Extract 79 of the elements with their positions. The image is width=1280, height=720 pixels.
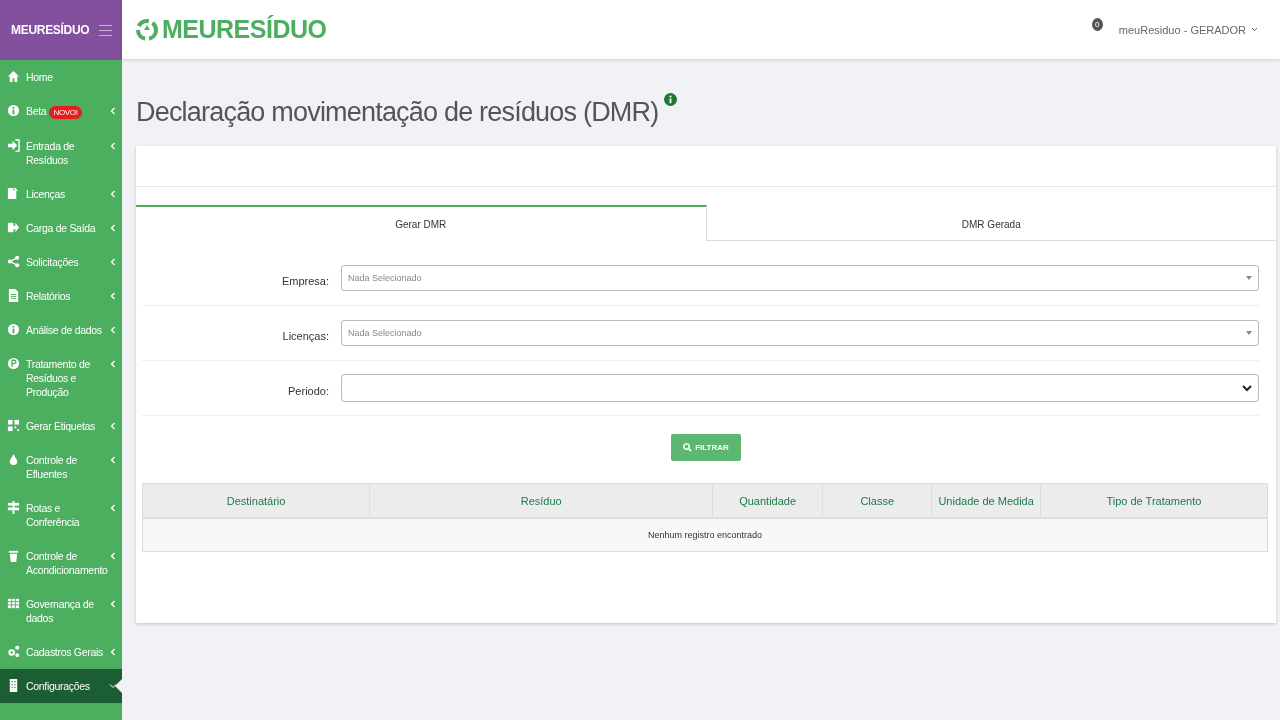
app-logo: MEURESÍDUO (162, 15, 327, 44)
menu-label: Beta (26, 105, 47, 117)
column-header: Resíduo (369, 483, 713, 518)
sidebar-logo: MEURESÍDUO (11, 23, 90, 37)
menu-item-icon (7, 187, 20, 200)
info-icon[interactable] (664, 93, 678, 106)
sidebar-item[interactable]: Carga de Saída (0, 211, 122, 245)
menu-label: Gerar Etiquetas (26, 420, 96, 432)
search-icon (683, 443, 693, 452)
user-menu[interactable]: meuResiduo - GERADOR (1118, 23, 1258, 36)
menu-item-icon (7, 139, 20, 152)
chevron-down-icon (1251, 27, 1258, 32)
sidebar-item[interactable]: Home (0, 60, 122, 94)
menu-label: Controle de Efluentes (26, 454, 77, 480)
menu-label: Relatórios (26, 290, 71, 302)
filter-button[interactable]: FILTRAR (671, 434, 741, 461)
menu-label: Solicitações (26, 256, 79, 268)
sidebar-item[interactable]: Controle de Efluentes (0, 443, 122, 491)
menu-item-icon (7, 679, 20, 692)
tab[interactable]: Gerar DMR (136, 205, 707, 241)
sidebar-item[interactable]: Entrada de Resíduos (0, 129, 122, 177)
menu-label: Tratamento de Resíduos e Produção (26, 358, 90, 398)
page-title: Declaração movimentação de resíduos (DMR) (136, 97, 659, 128)
empty-table-message: Nenhum registro encontrado (142, 518, 1268, 552)
menu-item-icon (7, 104, 20, 117)
menu-label: Carga de Saída (26, 222, 96, 234)
chevron-down-icon (1242, 384, 1252, 392)
menu-item-icon (7, 419, 20, 432)
column-header: Classe (822, 483, 932, 518)
sidebar-item[interactable]: Tratamento de Resíduos e Produção (0, 347, 122, 409)
dropdown-icon (1246, 331, 1252, 335)
menu-label: Cadastros Gerais (26, 646, 103, 658)
menu-label: Controle de Acondicionamento (26, 550, 108, 576)
sidebar-item[interactable]: Beta NOVO! (0, 94, 122, 129)
sidebar-item[interactable]: Governança de dados (0, 587, 122, 635)
menu-label: Rotas e Conferência (26, 502, 80, 528)
select-field[interactable]: Nada Selecionado (341, 265, 1259, 291)
dropdown-icon (1246, 276, 1252, 280)
sidebar-item[interactable]: Gerar Etiquetas (0, 409, 122, 443)
menu-item-icon (7, 221, 20, 234)
menu-item-icon (7, 323, 20, 336)
field-label: Periodo: (287, 384, 330, 397)
recycle-logo-icon (136, 18, 158, 41)
menu-label: Licenças (26, 188, 66, 200)
notification-count[interactable]: 0 (1091, 18, 1103, 31)
column-header: Tipo de Tratamento (1040, 483, 1268, 518)
sidebar-item[interactable]: Análise de dados (0, 313, 122, 347)
menu-item-icon (7, 501, 20, 514)
menu-label: Home (26, 71, 53, 83)
tab[interactable]: DMR Gerada (706, 205, 1276, 240)
menu-label: Entrada de Resíduos (26, 140, 75, 166)
select-field[interactable] (341, 374, 1259, 402)
menu-icon[interactable] (99, 24, 112, 36)
menu-item-icon (7, 549, 20, 562)
menu-item-icon (7, 70, 20, 83)
menu-item-icon (7, 289, 20, 302)
sidebar-item[interactable]: Configurações (0, 669, 122, 703)
menu-item-icon (7, 357, 20, 370)
column-header: Destinatário (142, 483, 370, 518)
sidebar-item[interactable]: Cadastros Gerais (0, 635, 122, 669)
sidebar-item[interactable]: Controle de Acondicionamento (0, 539, 122, 587)
field-label: Licenças: (281, 329, 330, 342)
menu-item-icon (7, 255, 20, 268)
new-badge: NOVO! (49, 106, 82, 119)
sidebar-item[interactable]: Rotas e Conferência (0, 491, 122, 539)
menu-label: Governança de dados (26, 598, 94, 624)
menu-item-icon (7, 597, 20, 610)
menu-item-icon (7, 453, 20, 466)
menu-item-icon (7, 645, 20, 658)
sidebar-item[interactable]: Licenças (0, 177, 122, 211)
menu-label: Configurações (26, 680, 90, 692)
field-label: Empresa: (280, 274, 330, 287)
select-field[interactable]: Nada Selecionado (341, 320, 1259, 346)
sidebar-item[interactable]: Relatórios (0, 279, 122, 313)
selection-pointer-icon (115, 679, 122, 693)
sidebar-item[interactable]: Solicitações (0, 245, 122, 279)
column-header: Unidade de Medida (931, 483, 1041, 518)
menu-label: Análise de dados (26, 324, 102, 336)
column-header: Quantidade (712, 483, 823, 518)
